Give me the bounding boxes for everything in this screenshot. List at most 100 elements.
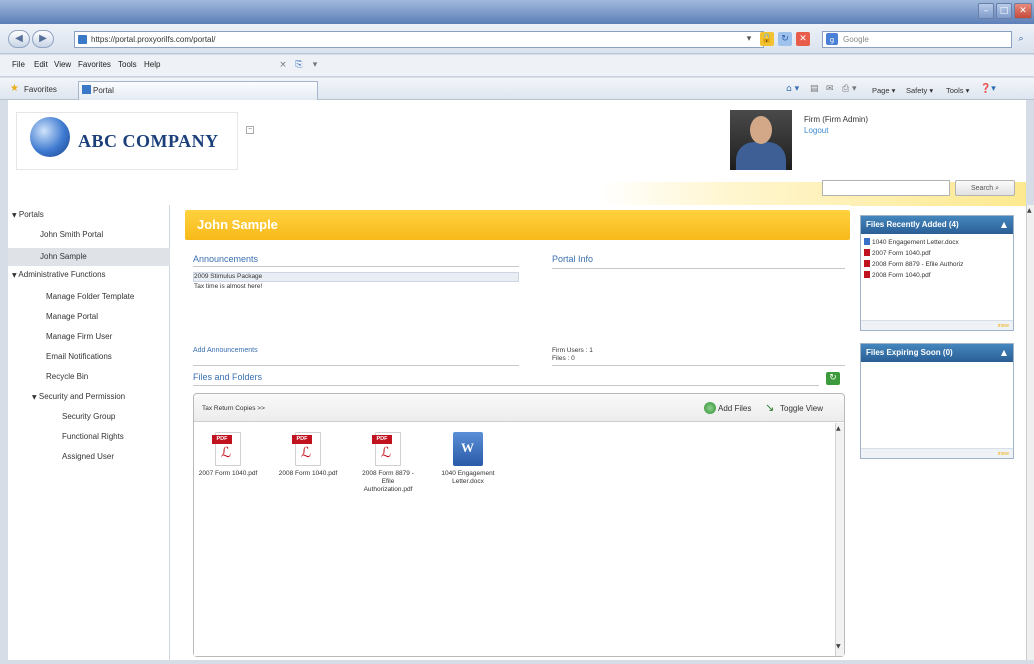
- maximize-icon[interactable]: □: [996, 3, 1012, 19]
- stop-icon[interactable]: ✕: [796, 32, 810, 46]
- lock-icon[interactable]: 🔒: [760, 32, 774, 46]
- recent-file-name: 2008 Form 8879 - Efile Authoriz: [872, 261, 964, 268]
- announcements-divider: [193, 266, 519, 267]
- files-folders-title: Files and Folders: [193, 372, 263, 382]
- recent-files-header[interactable]: Files Recently Added (4) ▲: [861, 216, 1013, 234]
- search-button[interactable]: Search ⌕: [955, 180, 1015, 196]
- browser-search-input[interactable]: Google: [822, 31, 1012, 48]
- address-input[interactable]: https://portal.proxyorilfs.com/portal/: [74, 31, 764, 48]
- sidebar-item-john-smith-portal[interactable]: John Smith Portal: [40, 230, 103, 239]
- portal-info-bottom-divider: [552, 365, 845, 366]
- dropdown-icon[interactable]: ▾: [742, 32, 756, 46]
- convert-dropdown-icon[interactable]: ▾: [308, 58, 322, 72]
- file-item[interactable]: PDF ℒ 2008 Form 8879 - Efile Authorizatio…: [358, 432, 418, 494]
- safety-menu[interactable]: Safety ▾: [906, 86, 933, 95]
- recent-file-item[interactable]: 1040 Engagement Letter.docx: [864, 238, 959, 246]
- menu-tools[interactable]: Tools: [118, 60, 137, 69]
- file-item[interactable]: PDF ℒ 2007 Form 1040.pdf: [198, 432, 258, 478]
- close-toolbar-icon[interactable]: ×: [276, 58, 290, 72]
- refresh-icon[interactable]: ↻: [778, 32, 792, 46]
- sidebar-security-permission[interactable]: ▼ Security and Permission: [32, 392, 125, 401]
- menu-help[interactable]: Help: [144, 60, 160, 69]
- file-item[interactable]: PDF ℒ 2008 Form 1040.pdf: [278, 432, 338, 478]
- collapse-caret-icon[interactable]: ▲: [1001, 344, 1007, 362]
- announcements-bottom-divider: [193, 365, 519, 366]
- add-files-icon[interactable]: [704, 402, 716, 414]
- help-icon[interactable]: ❓▾: [980, 84, 996, 94]
- pdf-icon: PDF ℒ: [212, 432, 241, 466]
- collapse-caret-icon[interactable]: ▲: [1001, 216, 1007, 234]
- expiring-more-link[interactable]: more: [998, 449, 1009, 459]
- back-icon[interactable]: ◀: [8, 30, 30, 48]
- recent-file-name: 2007 Form 1040.pdf: [872, 250, 931, 257]
- recent-file-item[interactable]: 2008 Form 8879 - Efile Authoriz: [864, 260, 963, 268]
- user-name: Firm (Firm Admin): [804, 115, 868, 124]
- sidebar-item-manage-firm-user[interactable]: Manage Firm User: [46, 332, 112, 341]
- search-icon[interactable]: ⌕: [1014, 32, 1028, 46]
- sidebar-item-manage-portal[interactable]: Manage Portal: [46, 312, 98, 321]
- browser-title-bar: [0, 0, 1034, 24]
- page-scroll-up-icon[interactable]: ▲: [1027, 207, 1032, 214]
- folder-breadcrumb[interactable]: Tax Return Copies >>: [202, 405, 265, 412]
- expiring-files-header[interactable]: Files Expiring Soon (0) ▲: [861, 344, 1013, 362]
- recent-files-title: Files Recently Added (4): [866, 220, 959, 229]
- minimize-icon[interactable]: –: [978, 3, 994, 19]
- menu-file[interactable]: File: [12, 60, 25, 69]
- announcement-item[interactable]: 2009 Stimulus Package: [194, 273, 262, 280]
- avatar: [730, 110, 792, 170]
- forward-icon[interactable]: ▶: [32, 30, 54, 48]
- recent-file-name: 1040 Engagement Letter.docx: [872, 239, 959, 246]
- add-announcements-link[interactable]: Add Announcements: [193, 347, 258, 354]
- close-icon[interactable]: ✕: [1014, 3, 1032, 19]
- portal-search-input[interactable]: [822, 180, 950, 196]
- sidebar-item-security-group[interactable]: Security Group: [62, 412, 115, 421]
- recent-more-link[interactable]: more: [998, 321, 1009, 331]
- mail-icon[interactable]: ✉: [826, 84, 834, 94]
- file-item[interactable]: W 1040 Engagement Letter.docx: [438, 432, 498, 486]
- pdf-icon: [864, 271, 870, 278]
- page-scrollbar[interactable]: [1026, 205, 1034, 660]
- toggle-view-button[interactable]: Toggle View: [780, 404, 823, 413]
- sidebar-item-john-sample[interactable]: John Sample: [8, 248, 170, 266]
- sidebar-portals[interactable]: ▼ Portals: [12, 210, 44, 219]
- feeds-icon[interactable]: ▤: [810, 84, 819, 94]
- collapse-icon[interactable]: −: [246, 126, 254, 134]
- sidebar-admin-functions[interactable]: ▼ Administrative Functions: [12, 270, 106, 279]
- menu-view[interactable]: View: [54, 60, 71, 69]
- page-icon: [78, 35, 87, 44]
- sidebar-portals-label: Portals: [18, 210, 44, 219]
- home-icon[interactable]: ⌂ ▾: [786, 84, 799, 94]
- menu-edit[interactable]: Edit: [34, 60, 48, 69]
- sidebar-item-email-notifications[interactable]: Email Notifications: [46, 352, 112, 361]
- logout-link[interactable]: Logout: [804, 126, 828, 135]
- announcement-item[interactable]: Tax time is almost here!: [194, 283, 262, 290]
- scroll-down-icon[interactable]: ▼: [836, 643, 841, 650]
- sidebar-item-functional-rights[interactable]: Functional Rights: [62, 432, 124, 441]
- recent-file-item[interactable]: 2007 Form 1040.pdf: [864, 249, 931, 257]
- scroll-up-icon[interactable]: ▲: [836, 425, 841, 432]
- sidebar-item-manage-folder-template[interactable]: Manage Folder Template: [46, 292, 134, 301]
- page-menu[interactable]: Page ▾: [872, 86, 895, 95]
- pdf-icon: [864, 249, 870, 256]
- favorites-star-icon: ★: [10, 83, 19, 94]
- sidebar-item-assigned-user[interactable]: Assigned User: [62, 452, 114, 461]
- print-icon[interactable]: ⎙ ▾: [842, 84, 857, 94]
- recent-file-item[interactable]: 2008 Form 1040.pdf: [864, 271, 931, 279]
- expiring-files-title: Files Expiring Soon (0): [866, 348, 953, 357]
- recent-files-footer: more: [861, 320, 1013, 330]
- convert-icon[interactable]: ⎘: [292, 58, 306, 72]
- refresh-files-icon[interactable]: ↻: [826, 372, 840, 385]
- file-name: 2008 Form 8879 - Efile Authorization.pdf: [362, 470, 414, 493]
- tab-portal[interactable]: Portal: [78, 81, 318, 100]
- portal-title: John Sample: [197, 217, 278, 232]
- word-doc-icon: W: [453, 432, 483, 466]
- files-scrollbar[interactable]: [835, 423, 844, 656]
- sidebar-item-recycle-bin[interactable]: Recycle Bin: [46, 372, 88, 381]
- menu-favorites[interactable]: Favorites: [78, 60, 111, 69]
- tools-menu[interactable]: Tools ▾: [946, 86, 969, 95]
- google-icon: g: [826, 33, 838, 45]
- favorites-button[interactable]: Favorites: [24, 85, 57, 94]
- pdf-icon: PDF ℒ: [292, 432, 321, 466]
- toggle-view-icon[interactable]: ↘: [765, 401, 777, 414]
- add-files-button[interactable]: Add Files: [718, 404, 751, 413]
